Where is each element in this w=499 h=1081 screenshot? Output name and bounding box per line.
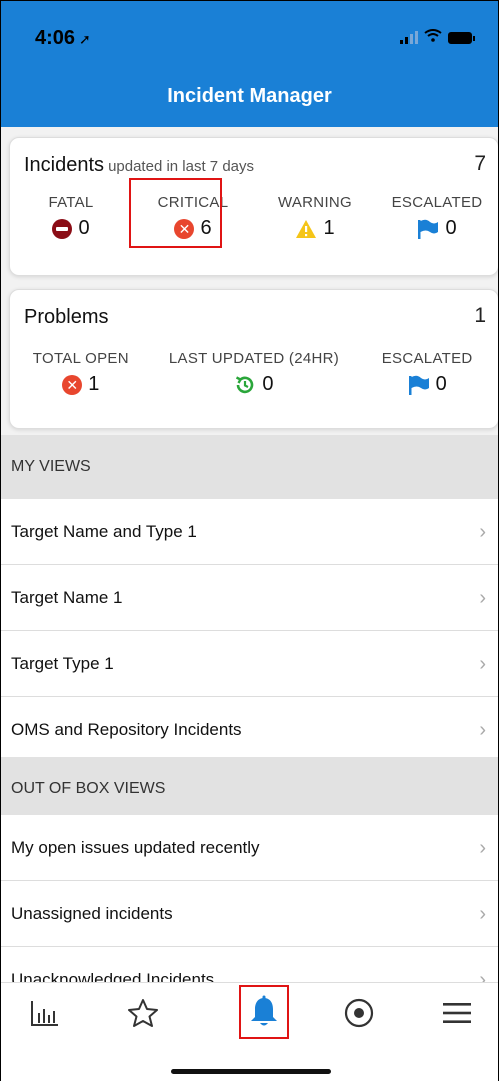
tab-bar bbox=[1, 982, 498, 1081]
problems-metrics: TOTAL OPEN ✕ 1 LAST UPDATED (24HR) 0 ESC… bbox=[10, 350, 498, 396]
home-indicator[interactable] bbox=[171, 1069, 331, 1074]
critical-highlight-box bbox=[129, 178, 222, 248]
incidents-title: Incidents bbox=[24, 154, 105, 176]
section-header-my-views: MY VIEWS bbox=[1, 435, 498, 499]
metric-value-row: 0 bbox=[356, 373, 498, 396]
metric-label: ESCALATED bbox=[391, 194, 483, 211]
list-item-target-name[interactable]: Target Name 1 › bbox=[1, 565, 498, 631]
metric-escalated-problems[interactable]: ESCALATED 0 bbox=[356, 350, 498, 396]
metric-value-row: 0 bbox=[152, 373, 357, 396]
metric-value-row: 1 bbox=[254, 217, 376, 240]
metric-label: FATAL bbox=[48, 194, 94, 211]
tab-favorites[interactable] bbox=[119, 989, 167, 1037]
list-item-label: Unacknowledged Incidents bbox=[11, 970, 215, 982]
chevron-right-icon: › bbox=[479, 653, 486, 675]
incidents-card[interactable]: Incidents updated in last 7 days 7 FATAL … bbox=[9, 137, 498, 276]
metric-value: 0 bbox=[445, 217, 457, 239]
star-icon bbox=[128, 999, 158, 1027]
metric-last-updated[interactable]: LAST UPDATED (24HR) 0 bbox=[152, 350, 357, 396]
target-icon bbox=[344, 998, 374, 1028]
problems-card[interactable]: Problems 1 TOTAL OPEN ✕ 1 LAST UPDATED (… bbox=[9, 289, 498, 429]
flag-icon bbox=[408, 375, 429, 395]
metric-value-row: 0 bbox=[376, 217, 498, 240]
incidents-card-title: Incidents updated in last 7 days bbox=[24, 154, 254, 177]
status-time-text: 4:06 bbox=[35, 27, 76, 49]
incidents-count: 7 bbox=[474, 152, 486, 175]
list-item-unassigned[interactable]: Unassigned incidents › bbox=[1, 881, 498, 947]
section-header-out-of-box: OUT OF BOX VIEWS bbox=[1, 757, 498, 821]
list-item-target-type[interactable]: Target Type 1 › bbox=[1, 631, 498, 697]
metric-label: LAST UPDATED (24HR) bbox=[168, 350, 340, 367]
flag-icon bbox=[418, 219, 439, 239]
chevron-right-icon: › bbox=[479, 587, 486, 609]
list-item-label: Target Name and Type 1 bbox=[11, 522, 197, 541]
list-item-my-open-issues[interactable]: My open issues updated recently › bbox=[1, 815, 498, 881]
history-icon bbox=[236, 375, 254, 393]
metric-value: 1 bbox=[323, 217, 335, 239]
incidents-metrics: FATAL 0 CRITICAL ✕ 6 WARNING 1 ESCALATED… bbox=[10, 194, 498, 240]
metric-value-row: ✕ 1 bbox=[10, 373, 152, 396]
metric-total-open[interactable]: TOTAL OPEN ✕ 1 bbox=[10, 350, 152, 396]
list-item-label: OMS and Repository Incidents bbox=[11, 720, 242, 739]
tab-incidents[interactable] bbox=[239, 985, 289, 1039]
status-time: 4:06 ➚ bbox=[35, 27, 91, 50]
list-item-label: Target Name 1 bbox=[11, 588, 123, 607]
critical-icon: ✕ bbox=[62, 374, 83, 395]
metric-escalated[interactable]: ESCALATED 0 bbox=[376, 194, 498, 240]
chevron-right-icon: › bbox=[479, 719, 486, 741]
chevron-right-icon: › bbox=[479, 903, 486, 925]
fatal-icon bbox=[52, 218, 73, 239]
signal-icon bbox=[400, 31, 418, 44]
metric-label: TOTAL OPEN bbox=[32, 350, 129, 367]
metric-value: 0 bbox=[262, 373, 274, 395]
chevron-right-icon: › bbox=[479, 521, 486, 543]
metric-label: ESCALATED bbox=[381, 350, 473, 367]
tab-dashboard[interactable] bbox=[21, 989, 69, 1037]
metric-value: 0 bbox=[78, 217, 90, 239]
metric-value-row: 0 bbox=[10, 217, 132, 240]
list-item-oms-repository[interactable]: OMS and Repository Incidents › bbox=[1, 697, 498, 763]
tab-targets[interactable] bbox=[335, 989, 383, 1037]
chart-icon bbox=[31, 1001, 58, 1026]
battery-icon bbox=[448, 32, 475, 44]
menu-icon bbox=[443, 1003, 471, 1023]
app-header: 4:06 ➚ Incident Manager bbox=[1, 1, 498, 127]
status-icons bbox=[400, 29, 475, 44]
warning-icon bbox=[296, 219, 317, 238]
main-content[interactable]: Incidents updated in last 7 days 7 FATAL … bbox=[1, 127, 498, 982]
wifi-icon bbox=[424, 29, 442, 44]
metric-value: 0 bbox=[435, 373, 447, 395]
chevron-right-icon: › bbox=[479, 969, 486, 982]
list-item-label: Unassigned incidents bbox=[11, 904, 173, 923]
list-item-unacknowledged[interactable]: Unacknowledged Incidents › bbox=[1, 947, 498, 982]
page-title: Incident Manager bbox=[167, 85, 332, 107]
incidents-subtitle: updated in last 7 days bbox=[108, 158, 254, 175]
problems-card-title: Problems bbox=[24, 306, 109, 328]
metric-value: 1 bbox=[88, 373, 100, 395]
metric-fatal[interactable]: FATAL 0 bbox=[10, 194, 132, 240]
problems-count: 1 bbox=[474, 304, 486, 327]
bell-icon bbox=[251, 995, 277, 1026]
location-arrow-icon: ➚ bbox=[79, 31, 91, 47]
metric-warning[interactable]: WARNING 1 bbox=[254, 194, 376, 240]
list-item-target-name-type[interactable]: Target Name and Type 1 › bbox=[1, 499, 498, 565]
list-item-label: My open issues updated recently bbox=[11, 838, 260, 857]
list-item-label: Target Type 1 bbox=[11, 654, 114, 673]
chevron-right-icon: › bbox=[479, 837, 486, 859]
metric-label: WARNING bbox=[277, 194, 353, 211]
tab-menu[interactable] bbox=[433, 989, 481, 1037]
